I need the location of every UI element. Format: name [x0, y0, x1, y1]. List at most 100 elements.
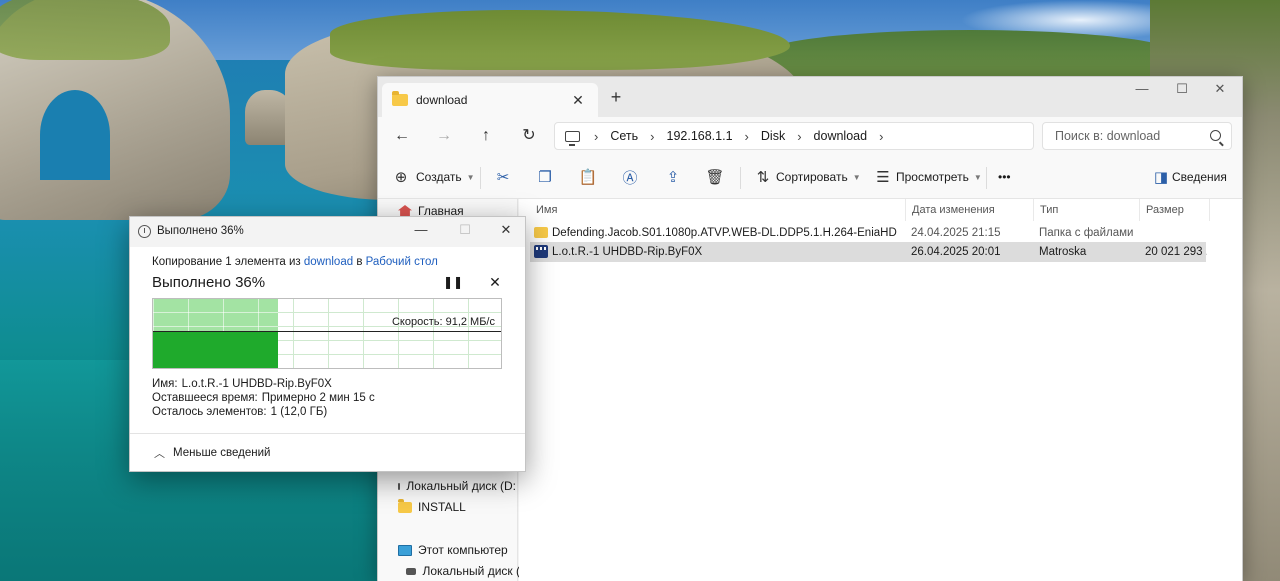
address-bar[interactable]: › Сеть › 192.168.1.1 › Disk › download › — [554, 122, 1034, 150]
close-tab-icon[interactable]: ✕ — [568, 92, 588, 109]
folder-icon — [398, 498, 412, 513]
view-list-icon: ☰ — [876, 169, 890, 186]
copy-progress-dialog: Выполнено 36% — ☐ ✕ Копирование 1 элемен… — [129, 216, 526, 472]
command-toolbar: ⊕ Создать ▼ ✂ ❐ 📋 Ⓐ ⇪ 🗑 ⇅ Сортировать ▼ … — [378, 155, 1242, 199]
view-label: Просмотреть — [896, 170, 969, 184]
tab-download[interactable]: download ✕ — [382, 83, 598, 117]
tab-label: download — [416, 93, 468, 107]
column-header-date[interactable]: Дата изменения — [906, 199, 1034, 221]
maximize-button[interactable]: ☐ — [450, 222, 480, 238]
info-label: Осталось элементов: — [152, 406, 267, 418]
chevron-right-icon[interactable]: › — [879, 129, 883, 144]
info-label: Оставшееся время: — [152, 392, 258, 404]
destination-link[interactable]: Рабочий стол — [366, 256, 438, 268]
copy-icon: ❐ — [538, 169, 552, 186]
file-size: 20 021 293 ... — [1145, 246, 1207, 258]
file-row[interactable]: Defending.Jacob.S01.1080p.ATVP.WEB-DL.DD… — [530, 223, 1206, 243]
scissors-icon: ✂ — [496, 169, 510, 186]
source-link[interactable]: download — [304, 256, 353, 268]
copy-mid: в — [356, 256, 363, 268]
maximize-button[interactable]: ☐ — [1162, 81, 1202, 97]
minimize-button[interactable]: — — [406, 222, 436, 237]
paste-icon: 📋 — [578, 169, 598, 186]
copy-prefix: Копирование 1 элемента из — [152, 256, 301, 268]
breadcrumb-disk[interactable]: Disk — [761, 129, 785, 143]
toolbar-divider — [986, 167, 987, 189]
dialog-divider — [130, 433, 525, 434]
copy-description: Копирование 1 элемента из download в Раб… — [152, 256, 438, 268]
close-window-button[interactable]: ✕ — [1200, 81, 1240, 97]
up-button[interactable]: ↑ — [474, 125, 498, 147]
share-button[interactable]: ⇪ — [662, 166, 684, 188]
rename-button[interactable]: Ⓐ — [619, 166, 641, 188]
paste-button[interactable]: 📋 — [577, 166, 599, 188]
file-name: L.o.t.R.-1 UHDBD-Rip.ByF0X — [552, 246, 703, 258]
back-button[interactable]: ← — [390, 125, 414, 147]
sort-icon: ⇅ — [756, 169, 770, 186]
toolbar-divider — [740, 167, 741, 189]
sidebar-item-local-disk-c[interactable]: Локальный диск (( — [406, 561, 524, 581]
wallpaper-hills — [760, 30, 1180, 80]
sidebar-item-label: Этот компьютер — [418, 543, 508, 557]
plus-circle-icon: ⊕ — [394, 169, 408, 186]
view-button[interactable]: ☰ Просмотреть ▼ — [872, 166, 981, 188]
forward-button[interactable]: → — [432, 125, 456, 147]
minimize-button[interactable]: — — [1122, 81, 1162, 96]
column-header-name[interactable]: Имя — [530, 199, 906, 221]
folder-icon — [534, 227, 548, 238]
wallpaper-cliff-left-vegetation — [0, 0, 170, 60]
close-dialog-button[interactable]: ✕ — [491, 222, 521, 238]
speed-history-fill — [153, 331, 278, 368]
breadcrumb-network[interactable]: Сеть — [610, 129, 638, 143]
clock-icon — [138, 225, 151, 238]
breadcrumb-host[interactable]: 192.168.1.1 — [667, 129, 733, 143]
more-options-icon: ••• — [998, 170, 1011, 184]
navigation-bar: ← → ↑ ↻ › Сеть › 192.168.1.1 › Disk › do… — [378, 117, 1242, 155]
breadcrumb-download[interactable]: download — [814, 129, 868, 143]
sidebar-item-this-pc[interactable]: Этот компьютер — [398, 540, 516, 560]
column-header-type[interactable]: Тип — [1034, 199, 1140, 221]
sidebar-item-local-disk-d[interactable]: Локальный диск (D: — [398, 476, 516, 496]
refresh-button[interactable]: ↻ — [517, 125, 541, 147]
file-row[interactable]: L.o.t.R.-1 UHDBD-Rip.ByF0X 26.04.2025 20… — [530, 242, 1207, 262]
folder-icon — [392, 91, 408, 106]
info-value: Примерно 2 мин 15 с — [261, 392, 375, 404]
copy-button[interactable]: ❐ — [534, 166, 556, 188]
delete-button[interactable]: 🗑 — [704, 166, 726, 188]
sort-label: Сортировать — [776, 170, 848, 184]
chevron-right-icon: › — [797, 128, 802, 144]
details-label: Сведения — [1172, 170, 1227, 184]
progress-heading: Выполнено 36% — [152, 274, 266, 291]
file-name: Defending.Jacob.S01.1080p.ATVP.WEB-DL.DD… — [552, 227, 897, 239]
sidebar-item-install[interactable]: INSTALL — [398, 497, 516, 517]
cancel-copy-button[interactable]: ✕ — [485, 274, 505, 291]
details-pane-button[interactable]: ◨ Сведения — [1152, 166, 1227, 188]
search-input[interactable]: Поиск в: download — [1042, 122, 1232, 150]
file-list: Имя Дата изменения Тип Размер Defending.… — [519, 199, 1242, 581]
file-type: Папка с файлами — [1039, 227, 1134, 239]
current-speed-line — [153, 331, 501, 332]
info-value: L.o.t.R.-1 UHDBD-Rip.ByF0X — [181, 378, 332, 390]
file-date: 26.04.2025 20:01 — [911, 246, 1001, 258]
sidebar-item-label: Локальный диск (( — [422, 564, 524, 578]
file-type: Matroska — [1039, 246, 1087, 258]
dialog-titlebar[interactable]: Выполнено 36% — ☐ ✕ — [130, 217, 525, 247]
create-label: Создать — [416, 170, 462, 184]
explorer-titlebar[interactable]: download ✕ + — ☐ ✕ — [378, 77, 1242, 117]
more-options-button[interactable]: ••• — [998, 166, 1011, 188]
fewer-details-label: Меньше сведений — [173, 447, 271, 459]
cut-button[interactable]: ✂ — [492, 166, 514, 188]
column-header-size[interactable]: Размер — [1140, 199, 1210, 221]
sort-button[interactable]: ⇅ Сортировать ▼ — [752, 166, 861, 188]
pause-button[interactable]: ❚❚ — [443, 275, 463, 289]
share-icon: ⇪ — [666, 169, 680, 186]
trash-icon: 🗑 — [705, 169, 725, 186]
computer-icon — [565, 130, 580, 146]
video-file-icon — [534, 245, 548, 258]
info-items-remaining: Осталось элементов: 1 (12,0 ГБ) — [152, 406, 327, 418]
new-tab-button[interactable]: + — [606, 87, 626, 108]
fewer-details-button[interactable]: ︿ Меньше сведений — [154, 445, 270, 461]
create-button[interactable]: ⊕ Создать ▼ — [390, 166, 475, 188]
search-icon — [1210, 130, 1221, 141]
file-size — [1145, 223, 1207, 243]
